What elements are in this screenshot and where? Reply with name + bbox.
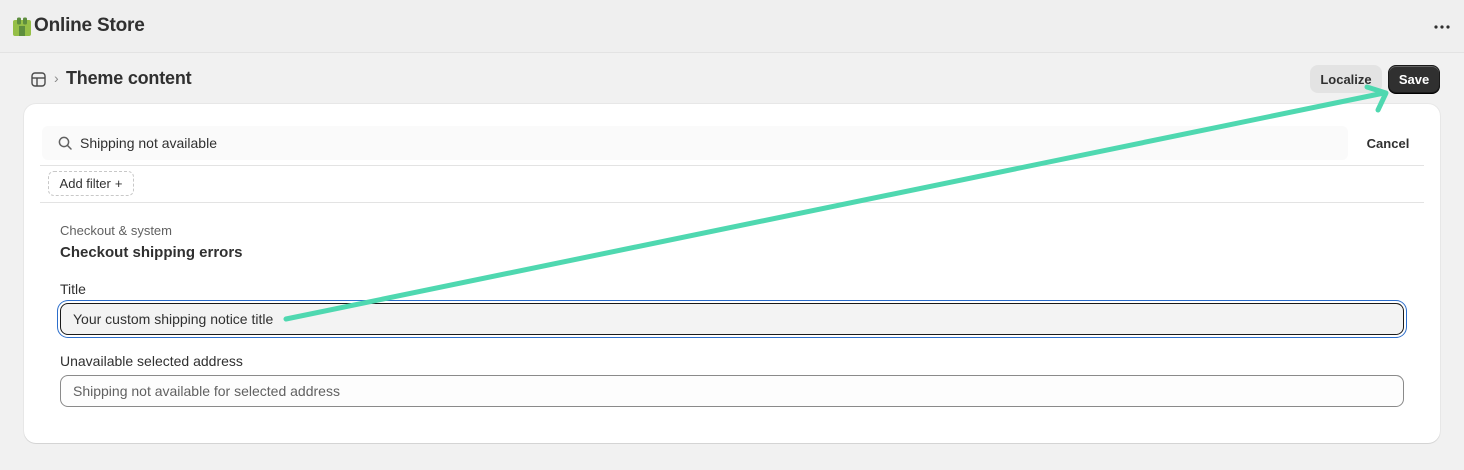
top-bar: Online Store <box>0 0 1464 53</box>
title-field-label: Title <box>60 281 86 297</box>
section-title: Checkout shipping errors <box>60 244 243 261</box>
save-button[interactable]: Save <box>1388 65 1440 93</box>
app-title: Online Store <box>34 15 145 36</box>
theme-content-card: Cancel Add filter + Checkout & system Ch… <box>24 104 1440 443</box>
more-horizontal-icon <box>1434 25 1450 29</box>
search-icon <box>58 136 72 150</box>
search-input[interactable] <box>80 126 1330 160</box>
unavailable-address-field-label: Unavailable selected address <box>60 353 243 369</box>
search-bar <box>42 126 1348 160</box>
divider <box>40 165 1424 166</box>
more-actions-button[interactable] <box>1428 16 1456 38</box>
add-filter-label: Add filter <box>59 176 111 191</box>
breadcrumb-separator: › <box>54 70 59 86</box>
unavailable-address-field[interactable] <box>60 375 1404 407</box>
shopify-bag-icon <box>13 17 31 36</box>
section-category: Checkout & system <box>60 223 172 238</box>
theme-icon[interactable] <box>31 72 46 87</box>
title-field[interactable] <box>60 303 1404 335</box>
add-filter-button[interactable]: Add filter + <box>48 171 134 196</box>
divider <box>40 202 1424 203</box>
page-header: › Theme content Localize Save <box>0 53 1464 103</box>
cancel-search-button[interactable]: Cancel <box>1360 133 1416 153</box>
localize-button[interactable]: Localize <box>1310 65 1382 93</box>
plus-icon: + <box>114 176 123 191</box>
page-title: Theme content <box>66 68 192 88</box>
